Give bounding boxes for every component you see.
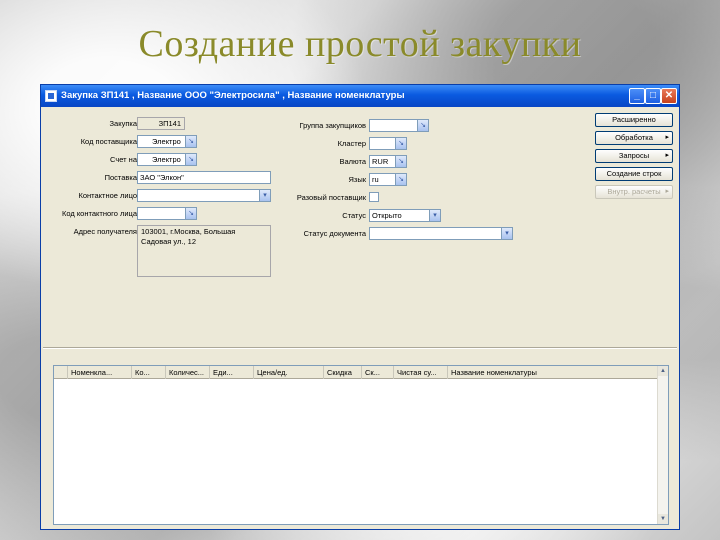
column-header-unit[interactable]: Еди... [210, 366, 254, 379]
lookup-icon[interactable]: ↘ [185, 208, 196, 219]
contact-person-field[interactable]: ▾ [137, 189, 271, 202]
extended-button[interactable]: Расширенно [595, 113, 673, 127]
create-line-button[interactable]: Создание строк [595, 167, 673, 181]
lookup-icon[interactable]: ↘ [395, 174, 406, 185]
language-label: Язык [348, 175, 366, 184]
supply-field[interactable]: ЗАО "Элкон" [137, 171, 271, 184]
scroll-down-icon[interactable]: ▼ [658, 514, 668, 524]
language-field[interactable]: ru ↘ [369, 173, 407, 186]
supply-label: Поставка [104, 173, 137, 182]
cluster-label: Кластер [337, 139, 366, 148]
dropdown-arrow-icon[interactable]: ▾ [259, 190, 270, 201]
processing-button[interactable]: Обработка ▸ [595, 131, 673, 145]
invoice-to-value: Электро [152, 155, 181, 164]
invoice-to-label: Счет на [110, 155, 137, 164]
close-button[interactable]: ✕ [661, 88, 677, 104]
window-content: Закупка ЗП141 Код поставщика Электро ↘ С… [41, 107, 679, 529]
requests-button-label: Запросы [618, 151, 650, 160]
supplier-code-value: Электро [152, 137, 181, 146]
section-divider [43, 347, 677, 349]
column-header-unit-price[interactable]: Цена/ед. [254, 366, 324, 379]
lookup-icon[interactable]: ↘ [185, 154, 196, 165]
language-value: ru [372, 175, 379, 184]
lookup-icon[interactable]: ↘ [395, 156, 406, 167]
status-select[interactable]: Открыто ▾ [369, 209, 441, 222]
one-time-supplier-checkbox[interactable] [369, 192, 379, 202]
supplier-code-label: Код поставщика [80, 137, 137, 146]
internal-calc-button[interactable]: Внутр. расчеты ▸ [595, 185, 673, 199]
column-header-net-amount[interactable]: Чистая су... [394, 366, 448, 379]
submenu-arrow-icon: ▸ [665, 134, 669, 141]
scroll-up-icon[interactable]: ▲ [658, 366, 668, 376]
column-header-quantity[interactable]: Количес... [166, 366, 210, 379]
document-status-select[interactable]: ▾ [369, 227, 513, 240]
column-header-selector[interactable] [54, 366, 68, 379]
contact-code-label: Код контактного лица [61, 209, 137, 218]
dropdown-arrow-icon[interactable]: ▾ [501, 228, 512, 239]
lookup-icon[interactable]: ↘ [417, 120, 428, 131]
app-icon [45, 90, 57, 102]
internal-calc-button-label: Внутр. расчеты [607, 187, 661, 196]
window-title-bar[interactable]: Закупка ЗП141 , Название ООО "Электросил… [41, 85, 679, 107]
status-value: Открыто [372, 211, 402, 220]
invoice-to-field[interactable]: Электро ↘ [137, 153, 197, 166]
processing-button-label: Обработка [615, 133, 653, 142]
extended-button-label: Расширенно [612, 115, 656, 124]
slide-title: Создание простой закупки [138, 23, 582, 65]
purchase-window: Закупка ЗП141 , Название ООО "Электросил… [40, 84, 680, 530]
submenu-arrow-icon: ▸ [665, 152, 669, 159]
column-header-code[interactable]: Ко... [132, 366, 166, 379]
purchase-group-label: Группа закупщиков [299, 121, 366, 130]
purchase-label: Закупка [109, 119, 138, 128]
minimize-button[interactable]: _ [629, 88, 645, 104]
currency-field[interactable]: RUR ↘ [369, 155, 407, 168]
lines-table-scrollbar[interactable]: ▲ ▼ [657, 366, 668, 524]
lookup-icon[interactable]: ↘ [395, 138, 406, 149]
create-line-button-label: Создание строк [606, 169, 662, 178]
purchase-group-field[interactable]: ↘ [369, 119, 429, 132]
contact-person-label: Контактное лицо [78, 191, 137, 200]
column-header-item[interactable]: Номенкла... [68, 366, 132, 379]
currency-value: RUR [372, 157, 389, 166]
window-title: Закупка ЗП141 , Название ООО "Электросил… [61, 90, 405, 101]
document-status-label: Статус документа [303, 229, 366, 238]
status-label: Статус [342, 211, 366, 220]
lines-table[interactable]: Номенкла... Ко... Количес... Еди... Цена… [53, 365, 669, 525]
recipient-address-field: 103001, г.Москва, Большая Садовая ул., 1… [137, 225, 271, 277]
recipient-address-label: Адрес получателя [73, 227, 137, 236]
lookup-icon[interactable]: ↘ [185, 136, 196, 147]
submenu-arrow-icon: ▸ [665, 188, 669, 195]
cluster-field[interactable]: ↘ [369, 137, 407, 150]
column-header-item-name[interactable]: Название номенклатуры [448, 366, 658, 379]
currency-label: Валюта [339, 157, 366, 166]
purchase-field: ЗП141 [137, 117, 185, 130]
lines-table-header: Номенкла... Ко... Количес... Еди... Цена… [54, 366, 658, 379]
contact-code-field[interactable]: ↘ [137, 207, 197, 220]
dropdown-arrow-icon[interactable]: ▾ [429, 210, 440, 221]
one-time-supplier-label: Разовый поставщик [296, 193, 366, 202]
column-header-discount[interactable]: Скидка [324, 366, 362, 379]
supplier-code-field[interactable]: Электро ↘ [137, 135, 197, 148]
column-header-discount-pct[interactable]: Ск... [362, 366, 394, 379]
requests-button[interactable]: Запросы ▸ [595, 149, 673, 163]
maximize-button[interactable]: □ [645, 88, 661, 104]
